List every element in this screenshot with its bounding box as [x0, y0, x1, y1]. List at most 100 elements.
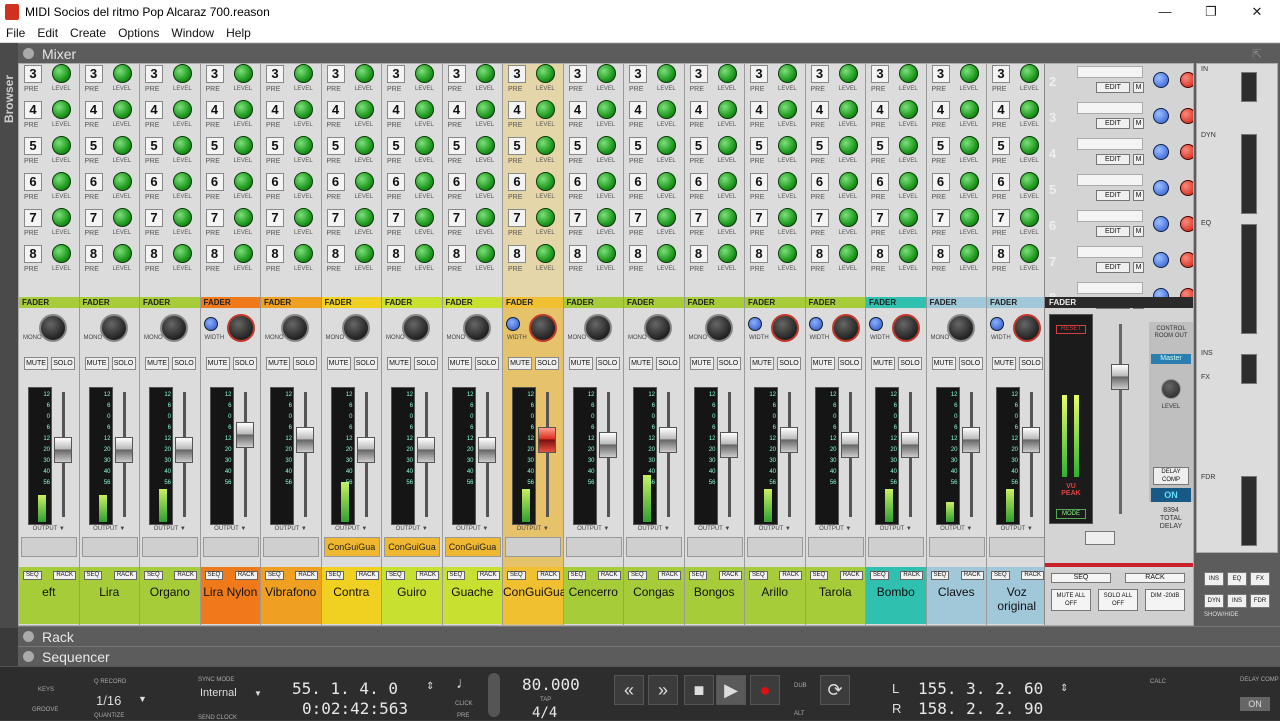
channel-fader[interactable] — [356, 437, 375, 463]
solo-button[interactable]: SOLO — [232, 357, 257, 370]
send-button[interactable]: 8 — [24, 245, 42, 263]
channel-name[interactable]: eft — [19, 585, 79, 599]
seq-button[interactable]: SEQ — [507, 571, 526, 580]
send-level-knob[interactable] — [596, 244, 616, 263]
width-knob[interactable] — [748, 317, 762, 331]
solo-button[interactable]: SOLO — [958, 357, 983, 370]
play-button[interactable]: ▶ — [716, 675, 746, 705]
rack-button[interactable]: RACK — [234, 571, 258, 580]
send-level-knob[interactable] — [959, 208, 979, 227]
mute-button[interactable]: MUTE — [145, 357, 169, 370]
send-level-knob[interactable] — [52, 100, 71, 119]
send-level-knob[interactable] — [112, 64, 132, 83]
pre-label[interactable]: PRE — [24, 194, 38, 201]
channel-name[interactable]: Cencerro — [564, 585, 624, 599]
send-level-knob[interactable] — [657, 172, 676, 191]
pre-label[interactable]: PRE — [871, 266, 885, 273]
send-button[interactable]: 5 — [387, 137, 405, 155]
edit-button[interactable]: EDIT — [1096, 154, 1130, 165]
insert-device-slot[interactable] — [626, 537, 682, 557]
send-button[interactable]: 4 — [387, 101, 405, 119]
send-button[interactable]: 7 — [931, 209, 950, 227]
insert-device-slot[interactable] — [142, 537, 198, 557]
master-seq-button[interactable]: SEQ — [1051, 573, 1111, 583]
seq-button[interactable]: SEQ — [144, 571, 163, 580]
send-button[interactable]: 8 — [810, 245, 829, 263]
pre-label[interactable]: PRE — [992, 158, 1006, 165]
send-level-knob[interactable] — [717, 64, 737, 83]
channel-fader[interactable] — [296, 427, 314, 453]
pre-label[interactable]: PRE — [508, 158, 522, 165]
send-level-knob[interactable] — [959, 244, 979, 263]
send-button[interactable]: 4 — [24, 101, 42, 119]
solo-button[interactable]: SOLO — [656, 357, 680, 370]
send-name-field[interactable] — [1077, 102, 1143, 114]
pre-label[interactable]: PRE — [690, 86, 704, 93]
insert-device-slot[interactable] — [202, 537, 259, 557]
edit-button[interactable]: EDIT — [1096, 82, 1130, 93]
send-button[interactable]: 6 — [508, 173, 526, 191]
insert-device-slot[interactable]: ConGuiGua — [384, 537, 440, 557]
send-name-field[interactable] — [1077, 210, 1143, 222]
send-level-knob[interactable] — [1020, 208, 1039, 227]
pre-label[interactable]: PRE — [387, 266, 401, 273]
rack-button[interactable]: RACK — [537, 571, 560, 580]
pre-label[interactable]: PRE — [85, 86, 99, 93]
send-name-field[interactable] — [1077, 66, 1143, 78]
send-button[interactable]: 6 — [326, 173, 345, 191]
show-hide-toggle[interactable]: INS — [1204, 572, 1224, 586]
solo-button[interactable]: SOLO — [837, 357, 862, 370]
seq-button[interactable]: SEQ — [628, 571, 647, 580]
seq-button[interactable]: SEQ — [204, 571, 224, 580]
send-button[interactable]: 5 — [24, 137, 42, 155]
rack-button[interactable]: RACK — [900, 571, 923, 580]
mute-all-off-button[interactable]: MUTE ALL OFF — [1051, 589, 1091, 611]
send-level-knob[interactable] — [173, 172, 192, 191]
pre-label[interactable]: PRE — [24, 158, 38, 165]
pan-knob[interactable] — [529, 314, 557, 342]
send-level-knob[interactable] — [657, 64, 676, 83]
pan-knob[interactable] — [831, 314, 860, 342]
quantize-select[interactable]: 1/16 — [96, 693, 121, 708]
send-button[interactable]: 6 — [568, 173, 587, 191]
rack-button[interactable]: RACK — [1021, 571, 1044, 580]
mute-button[interactable]: MUTE — [931, 357, 956, 370]
channel-fader[interactable] — [417, 437, 435, 463]
channel-name[interactable]: Tarola — [806, 585, 866, 599]
send-button[interactable]: 4 — [810, 101, 829, 119]
pre-label[interactable]: PRE — [206, 158, 220, 165]
quantize-dropdown-icon[interactable]: ▼ — [138, 694, 147, 704]
mute-send-button[interactable]: M — [1133, 226, 1144, 237]
show-hide-toggle[interactable]: EQ — [1227, 572, 1247, 586]
send-button[interactable]: 3 — [508, 65, 526, 83]
minimize-button[interactable]: — — [1142, 0, 1188, 23]
send-button[interactable]: 6 — [24, 173, 42, 191]
send-button[interactable]: 8 — [992, 245, 1010, 263]
pre-label[interactable]: PRE — [992, 194, 1006, 201]
mute-button[interactable]: MUTE — [205, 357, 230, 370]
seq-button[interactable]: SEQ — [83, 571, 103, 580]
insert-device-slot[interactable]: ConGuiGua — [323, 537, 380, 557]
seq-button[interactable]: SEQ — [567, 571, 587, 580]
pre-label[interactable]: PRE — [85, 158, 99, 165]
insert-device-slot[interactable] — [565, 537, 622, 557]
send-level-knob[interactable] — [173, 64, 192, 83]
channel-name[interactable]: Lira Nylon — [201, 585, 261, 599]
pan-knob[interactable] — [946, 314, 975, 342]
send-button[interactable]: 6 — [447, 173, 466, 191]
return-level-knob[interactable] — [1153, 216, 1169, 232]
send-level-knob[interactable] — [475, 100, 495, 119]
seq-button[interactable]: SEQ — [991, 571, 1010, 580]
show-hide-toggle[interactable]: INS — [1227, 593, 1247, 608]
insert-device-slot[interactable] — [21, 537, 77, 557]
menu-file[interactable]: File — [0, 26, 31, 40]
mute-button[interactable]: MUTE — [629, 357, 653, 370]
mute-send-button[interactable]: M — [1133, 118, 1144, 129]
seq-button[interactable]: SEQ — [688, 571, 708, 580]
pan-knob[interactable] — [462, 314, 491, 342]
send-button[interactable]: 3 — [447, 65, 466, 83]
send-level-knob[interactable] — [415, 172, 434, 191]
pre-label[interactable]: PRE — [327, 158, 341, 165]
mute-send-button[interactable]: M — [1133, 82, 1144, 93]
pan-knob[interactable] — [892, 314, 920, 342]
